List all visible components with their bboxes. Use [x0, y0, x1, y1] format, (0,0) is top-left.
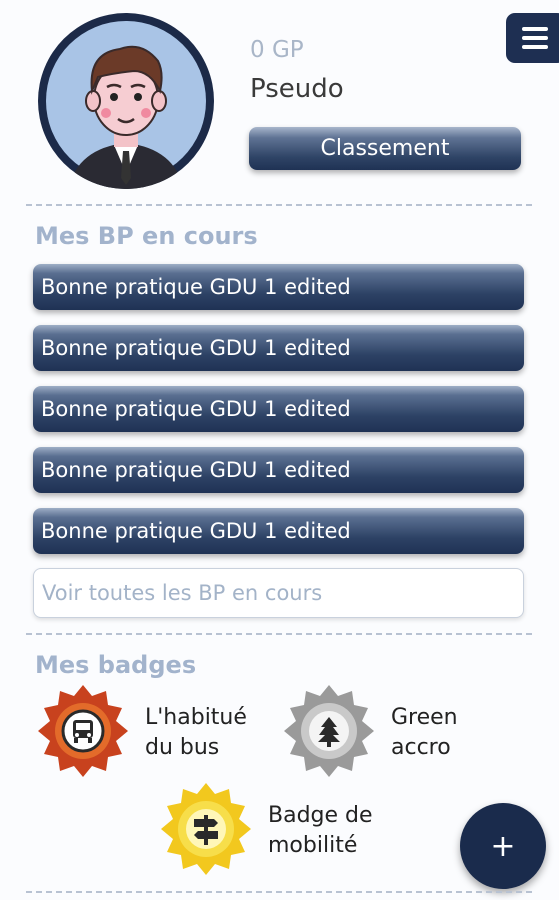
badge-tree[interactable] [279, 683, 379, 783]
avatar [38, 13, 214, 189]
badges-section-title: Mes badges [35, 651, 197, 679]
divider [26, 633, 532, 635]
username: Pseudo [250, 74, 344, 104]
bp-section-title: Mes BP en cours [35, 222, 258, 250]
divider [26, 891, 532, 893]
badge-label: L'habitué du bus [145, 705, 247, 760]
add-button[interactable]: + [460, 803, 546, 889]
bp-list-item[interactable]: Bonne pratique GDU 1 edited [33, 264, 524, 310]
badge-label: Badge de mobilité [268, 803, 373, 858]
hamburger-menu-icon[interactable] [506, 13, 559, 63]
badge-label: Green accro [391, 705, 458, 760]
bp-list-item[interactable]: Bonne pratique GDU 1 edited [33, 508, 524, 554]
ranking-button[interactable]: Classement [249, 127, 521, 170]
see-all-bp-button[interactable]: Voir toutes les BP en cours [33, 568, 524, 618]
bus-icon [38, 685, 128, 777]
badge-mobility[interactable] [156, 781, 256, 881]
points-value: 0 GP [250, 37, 304, 63]
bp-list-item[interactable]: Bonne pratique GDU 1 edited [33, 325, 524, 371]
badge-bus[interactable] [33, 683, 133, 783]
bp-list-item[interactable]: Bonne pratique GDU 1 edited [33, 447, 524, 493]
divider [26, 204, 532, 206]
bp-list-item[interactable]: Bonne pratique GDU 1 edited [33, 386, 524, 432]
tree-icon [284, 685, 374, 777]
signpost-icon [161, 783, 251, 875]
